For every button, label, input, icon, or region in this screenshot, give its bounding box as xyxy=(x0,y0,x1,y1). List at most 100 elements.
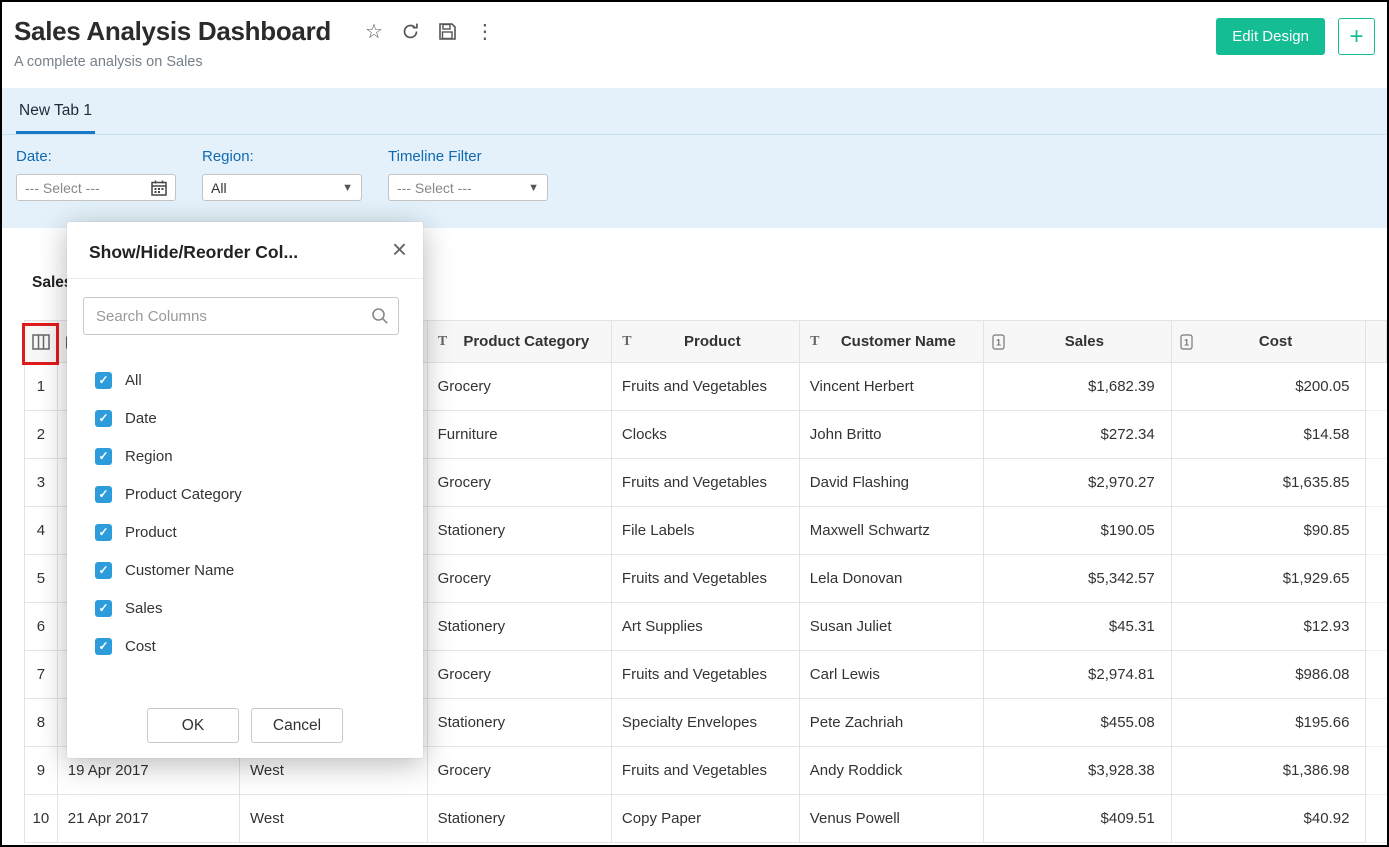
cell-product-category: Stationery xyxy=(427,507,611,555)
close-icon[interactable]: × xyxy=(392,236,407,262)
cell-customer-name: Susan Juliet xyxy=(799,603,983,651)
cell-cost: $14.58 xyxy=(1171,411,1366,459)
cell-cost: $195.66 xyxy=(1171,699,1366,747)
text-type-icon: T xyxy=(436,334,450,350)
scrollbar-gutter xyxy=(1366,747,1387,795)
column-item-label: Cost xyxy=(125,638,156,655)
checkbox-checked-icon[interactable]: ✓ xyxy=(95,486,112,503)
row-number: 7 xyxy=(25,651,58,699)
number-type-icon: 1 xyxy=(1180,334,1194,350)
column-toggle-item[interactable]: ✓ Product Category xyxy=(95,475,423,513)
checkbox-checked-icon[interactable]: ✓ xyxy=(95,562,112,579)
row-number: 10 xyxy=(25,795,58,843)
search-columns-input[interactable] xyxy=(83,297,399,335)
favorite-star-icon[interactable]: ☆ xyxy=(365,22,383,42)
calendar-icon xyxy=(151,180,167,196)
row-number: 1 xyxy=(25,363,58,411)
add-button[interactable]: + xyxy=(1338,18,1375,55)
title-toolbar: ☆ ⋮ xyxy=(365,22,495,42)
column-toggle-item[interactable]: ✓ Product xyxy=(95,513,423,551)
checkbox-checked-icon[interactable]: ✓ xyxy=(95,410,112,427)
text-type-icon: T xyxy=(808,334,822,350)
cell-product-category: Grocery xyxy=(427,363,611,411)
column-toggle-item[interactable]: ✓ Cost xyxy=(95,627,423,665)
page-subtitle: A complete analysis on Sales xyxy=(14,54,1373,70)
cell-customer-name: Pete Zachriah xyxy=(799,699,983,747)
column-item-label: Region xyxy=(125,448,173,465)
filter-timeline-select[interactable]: --- Select --- ▼ xyxy=(388,174,548,201)
filter-region-select[interactable]: All ▼ xyxy=(202,174,362,201)
filter-date-value: --- Select --- xyxy=(25,180,100,196)
column-toggle-item[interactable]: ✓ Sales xyxy=(95,589,423,627)
chevron-down-icon: ▼ xyxy=(342,182,353,194)
chevron-down-icon: ▼ xyxy=(528,182,539,194)
row-number: 5 xyxy=(25,555,58,603)
filter-region-value: All xyxy=(211,180,227,196)
column-toggle-item[interactable]: ✓ Customer Name xyxy=(95,551,423,589)
column-header-sales[interactable]: 1 Sales xyxy=(983,321,1171,363)
scrollbar-gutter xyxy=(1366,603,1387,651)
dashboard-page: Sales Analysis Dashboard ☆ ⋮ A complete … xyxy=(0,0,1389,847)
column-header-customer-name[interactable]: T Customer Name xyxy=(799,321,983,363)
cancel-button[interactable]: Cancel xyxy=(251,708,343,743)
show-hide-reorder-columns-modal: Show/Hide/Reorder Col... × ✓ All ✓ Date … xyxy=(67,222,423,758)
cell-sales: $409.51 xyxy=(983,795,1171,843)
cell-customer-name: David Flashing xyxy=(799,459,983,507)
filter-timeline: Timeline Filter --- Select --- ▼ xyxy=(388,148,548,201)
cell-product: Fruits and Vegetables xyxy=(611,459,799,507)
svg-text:1: 1 xyxy=(996,337,1001,347)
search-icon xyxy=(371,307,389,330)
cell-customer-name: Maxwell Schwartz xyxy=(799,507,983,555)
filter-date-select[interactable]: --- Select --- xyxy=(16,174,176,201)
scrollbar-gutter xyxy=(1366,411,1387,459)
checkbox-checked-icon[interactable]: ✓ xyxy=(95,600,112,617)
column-header-product[interactable]: T Product xyxy=(611,321,799,363)
column-header-product-category[interactable]: T Product Category xyxy=(427,321,611,363)
cell-product: Fruits and Vegetables xyxy=(611,747,799,795)
cell-sales: $45.31 xyxy=(983,603,1171,651)
ok-button[interactable]: OK xyxy=(147,708,239,743)
column-item-label: Date xyxy=(125,410,157,427)
tab-new-tab-1[interactable]: New Tab 1 xyxy=(16,88,95,134)
refresh-icon[interactable] xyxy=(401,22,420,41)
filter-date: Date: --- Select --- xyxy=(16,148,176,201)
cell-product: Art Supplies xyxy=(611,603,799,651)
checkbox-checked-icon[interactable]: ✓ xyxy=(95,638,112,655)
app-header: Sales Analysis Dashboard ☆ ⋮ A complete … xyxy=(2,2,1387,88)
checkbox-checked-icon[interactable]: ✓ xyxy=(95,524,112,541)
row-number: 9 xyxy=(25,747,58,795)
modal-header: Show/Hide/Reorder Col... × xyxy=(67,222,423,279)
column-toggle-item[interactable]: ✓ Date xyxy=(95,399,423,437)
scrollbar-gutter xyxy=(1366,321,1387,363)
cell-product-category: Stationery xyxy=(427,603,611,651)
cell-cost: $90.85 xyxy=(1171,507,1366,555)
cell-sales: $2,970.27 xyxy=(983,459,1171,507)
cell-product-category: Grocery xyxy=(427,459,611,507)
column-header-cost[interactable]: 1 Cost xyxy=(1171,321,1366,363)
tab-bar: New Tab 1 xyxy=(2,88,1387,135)
edit-design-button[interactable]: Edit Design xyxy=(1216,18,1325,55)
show-hide-columns-button[interactable] xyxy=(25,321,58,363)
cell-cost: $986.08 xyxy=(1171,651,1366,699)
scrollbar-gutter xyxy=(1366,699,1387,747)
cell-cost: $12.93 xyxy=(1171,603,1366,651)
cell-region: West xyxy=(240,795,428,843)
modal-column-list: ✓ All ✓ Date ✓ Region ✓ Product Category… xyxy=(67,335,423,665)
cell-cost: $40.92 xyxy=(1171,795,1366,843)
cell-cost: $1,929.65 xyxy=(1171,555,1366,603)
tab-filter-band: New Tab 1 Date: --- Select --- Region: A… xyxy=(2,88,1387,228)
save-icon[interactable] xyxy=(438,22,457,41)
column-toggle-item[interactable]: ✓ Region xyxy=(95,437,423,475)
cell-product: Fruits and Vegetables xyxy=(611,651,799,699)
checkbox-checked-icon[interactable]: ✓ xyxy=(95,372,112,389)
kebab-menu-icon[interactable]: ⋮ xyxy=(475,22,495,42)
cell-product: Fruits and Vegetables xyxy=(611,555,799,603)
cell-product-category: Stationery xyxy=(427,699,611,747)
filter-row: Date: --- Select --- Region: All ▼ Timel… xyxy=(2,135,1387,228)
checkbox-checked-icon[interactable]: ✓ xyxy=(95,448,112,465)
cell-customer-name: John Britto xyxy=(799,411,983,459)
scrollbar-gutter xyxy=(1366,795,1387,843)
cell-customer-name: Vincent Herbert xyxy=(799,363,983,411)
cell-customer-name: Andy Roddick xyxy=(799,747,983,795)
column-toggle-item[interactable]: ✓ All xyxy=(95,361,423,399)
